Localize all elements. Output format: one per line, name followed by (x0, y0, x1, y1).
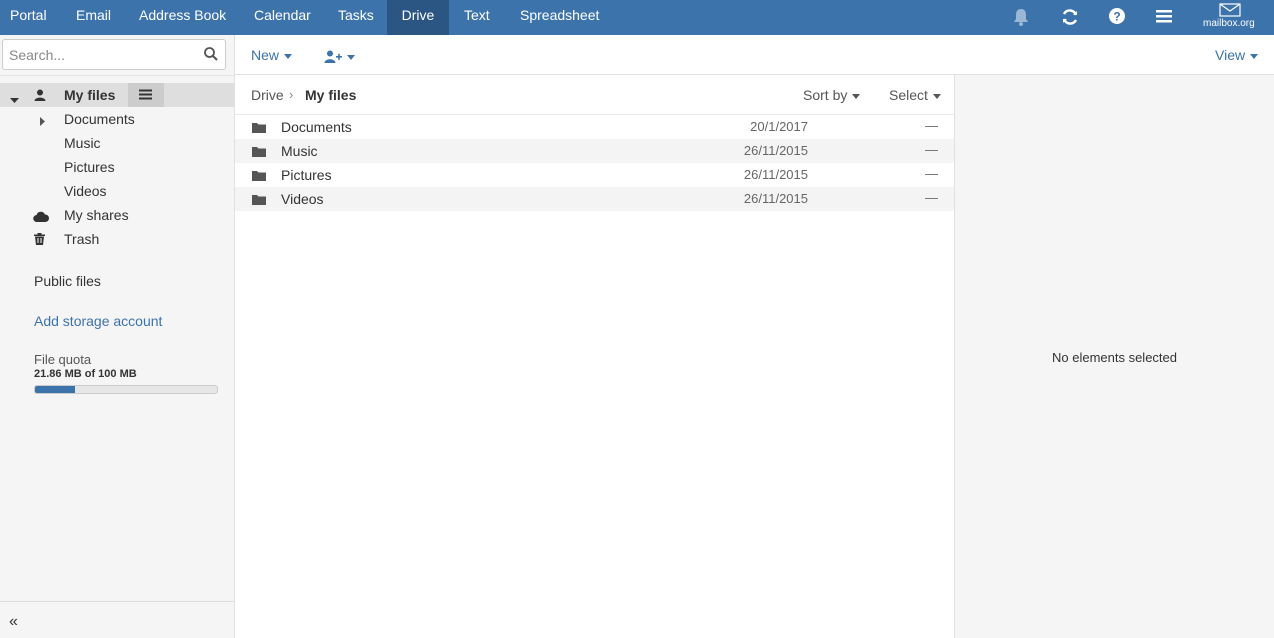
tree-label: Documents (64, 111, 135, 127)
menu-icon[interactable] (1153, 6, 1175, 28)
breadcrumb-current: My files (305, 87, 357, 103)
select-label: Select (889, 87, 928, 103)
caret-down-icon (1250, 53, 1259, 59)
new-label: New (251, 47, 280, 63)
file-list-pane: Drive › My files Sort by Select Document… (235, 75, 955, 638)
list-header: Drive › My files Sort by Select (235, 75, 954, 115)
caret-right-icon[interactable] (40, 114, 45, 129)
folder-icon (252, 169, 266, 184)
file-size: — (925, 142, 938, 157)
tree-label: Videos (64, 183, 107, 199)
caret-down-icon (284, 53, 293, 59)
file-size: — (925, 190, 938, 205)
breadcrumb-separator: › (289, 87, 294, 102)
logo-text: mailbox.org (1203, 18, 1255, 29)
public-files-link[interactable]: Public files (34, 273, 101, 289)
tab-address-book[interactable]: Address Book (129, 0, 236, 35)
tree-label: Pictures (64, 159, 115, 175)
search-box (2, 39, 226, 70)
refresh-icon[interactable] (1059, 6, 1081, 28)
folder-icon (252, 121, 266, 136)
file-row-documents[interactable]: Documents 20/1/2017 — (235, 115, 954, 139)
file-date: 20/1/2017 (750, 119, 808, 134)
trash-icon (34, 233, 45, 248)
help-icon[interactable]: ? (1106, 6, 1128, 28)
file-row-music[interactable]: Music 26/11/2015 — (235, 139, 954, 163)
file-date: 26/11/2015 (743, 143, 808, 158)
toolbar: New View (235, 35, 1274, 75)
quota-progress-fill (35, 386, 75, 393)
quota-title: File quota (34, 352, 92, 367)
mailbox-logo: mailbox.org (1198, 0, 1264, 35)
caret-down-icon (852, 93, 861, 99)
file-date: 26/11/2015 (743, 191, 808, 206)
search-icon[interactable] (203, 46, 219, 65)
envelope-icon (1219, 3, 1241, 17)
tab-calendar[interactable]: Calendar (244, 0, 321, 35)
divider (0, 601, 234, 602)
breadcrumb-drive[interactable]: Drive (251, 87, 284, 103)
tree-item-pictures[interactable]: Pictures (0, 155, 234, 179)
new-button[interactable]: New (251, 47, 293, 63)
search-input[interactable] (3, 40, 193, 69)
tab-spreadsheet[interactable]: Spreadsheet (510, 0, 609, 35)
file-name: Videos (281, 191, 324, 207)
empty-selection-text: No elements selected (1051, 350, 1177, 365)
tree-label: My files (64, 87, 116, 103)
file-name: Documents (281, 119, 352, 135)
tree-label: Music (64, 135, 101, 151)
divider (0, 75, 234, 76)
tab-text[interactable]: Text (454, 0, 500, 35)
select-button[interactable]: Select (889, 87, 941, 103)
sort-by-label: Sort by (803, 87, 848, 103)
folder-icon (252, 145, 266, 160)
folder-options-button[interactable] (128, 83, 164, 107)
tab-tasks[interactable]: Tasks (328, 0, 384, 35)
svg-text:?: ? (1113, 10, 1120, 24)
tree-item-trash[interactable]: Trash (0, 227, 234, 251)
file-size: — (925, 166, 938, 181)
tab-drive[interactable]: Drive (387, 0, 449, 35)
sort-by-button[interactable]: Sort by (803, 87, 861, 103)
file-name: Pictures (281, 167, 332, 183)
caret-down-icon[interactable] (10, 92, 19, 107)
tree-item-my-shares[interactable]: My shares (0, 203, 234, 227)
tree-label: Trash (64, 231, 100, 247)
share-button[interactable] (324, 48, 355, 64)
cloud-icon (33, 210, 50, 225)
tree-item-music[interactable]: Music (0, 131, 234, 155)
detail-pane: No elements selected (955, 75, 1274, 638)
tree-item-documents[interactable]: Documents (0, 107, 234, 131)
add-user-icon (324, 50, 342, 64)
caret-down-icon (932, 93, 941, 99)
file-row-videos[interactable]: Videos 26/11/2015 — (235, 187, 954, 211)
tree-label: My shares (64, 207, 129, 223)
file-name: Music (281, 143, 318, 159)
tab-email[interactable]: Email (66, 0, 121, 35)
folder-icon (252, 193, 266, 208)
top-navigation-bar: Portal Email Address Book Calendar Tasks… (0, 0, 1274, 35)
collapse-sidebar-button[interactable]: « (9, 613, 18, 631)
view-label: View (1215, 47, 1246, 63)
tree-item-videos[interactable]: Videos (0, 179, 234, 203)
sidebar: My files Documents Music Pictures Videos… (0, 35, 235, 638)
file-size: — (925, 118, 938, 133)
view-button[interactable]: View (1215, 47, 1259, 63)
file-row-pictures[interactable]: Pictures 26/11/2015 — (235, 163, 954, 187)
quota-progress-bar (34, 385, 218, 394)
file-date: 26/11/2015 (743, 167, 808, 182)
quota-value: 21.86 MB of 100 MB (34, 368, 137, 380)
caret-down-icon (347, 54, 355, 60)
user-icon (34, 89, 46, 104)
tree-item-my-files[interactable]: My files (0, 83, 234, 107)
bell-icon[interactable] (1010, 6, 1032, 28)
add-storage-account-link[interactable]: Add storage account (34, 313, 162, 329)
tab-portal[interactable]: Portal (0, 0, 57, 35)
